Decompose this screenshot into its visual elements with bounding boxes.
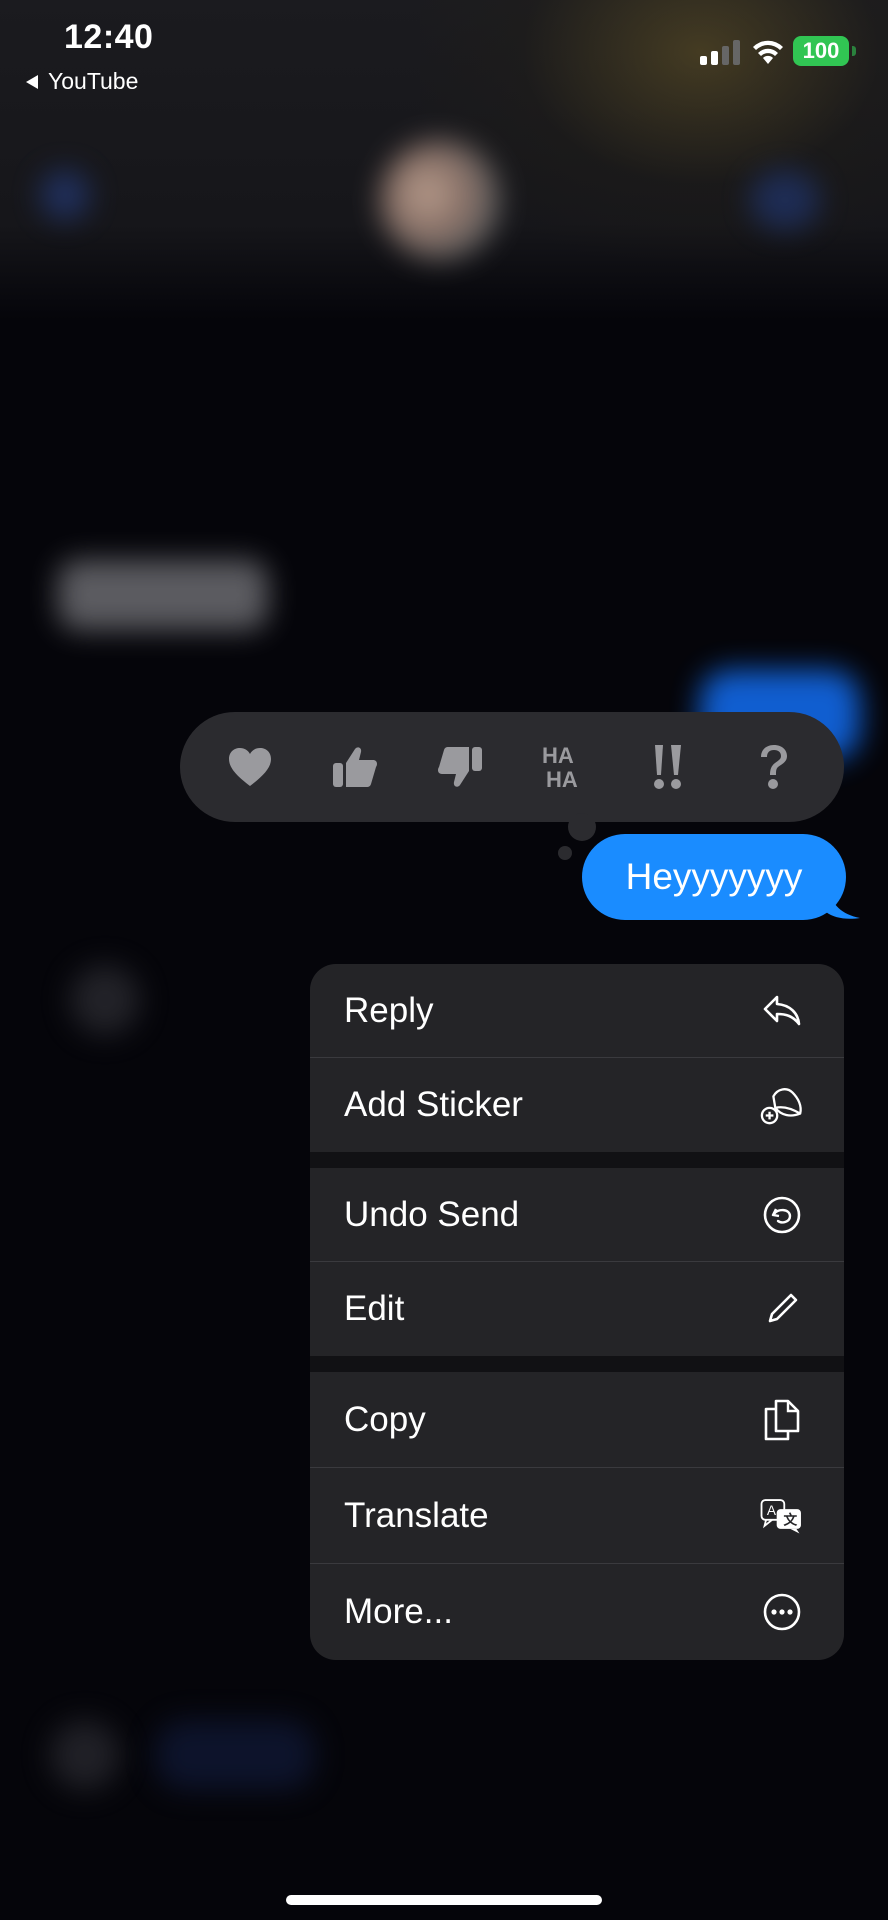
sent-message-bubble[interactable]: Heyyyyyyy [582, 834, 846, 920]
add-sticker-icon [760, 1083, 804, 1127]
home-indicator[interactable] [286, 1895, 602, 1905]
menu-item-reply[interactable]: Reply [310, 964, 844, 1058]
message-context-menu: Reply Add Sticker Undo Send Edit Copy Tr… [310, 964, 844, 1660]
svg-text:A: A [767, 1503, 777, 1518]
blurred-received-message [58, 560, 268, 630]
haha-icon: HA HA [542, 743, 578, 792]
copy-icon [760, 1398, 804, 1442]
tapback-thumbs-down[interactable] [430, 737, 490, 797]
heart-icon [229, 748, 272, 786]
message-bubble-tail [826, 886, 860, 919]
tapback-bar: HA HA [180, 712, 844, 822]
translate-icon: A 文 [760, 1494, 804, 1538]
menu-item-copy[interactable]: Copy [310, 1372, 844, 1468]
wifi-icon [753, 40, 783, 64]
tapback-tail-bubble-small [558, 846, 572, 860]
cellular-signal-icon [700, 40, 740, 65]
back-triangle-icon [26, 74, 38, 89]
blurred-input-field [155, 1720, 315, 1790]
back-app-label: YouTube [48, 68, 139, 94]
svg-text:HA: HA [546, 767, 578, 792]
menu-group-1: Reply Add Sticker [310, 964, 844, 1152]
menu-group-3: Copy Translate A 文 More... [310, 1372, 844, 1660]
menu-item-label: More... [344, 1592, 453, 1631]
menu-group-2: Undo Send Edit [310, 1168, 844, 1356]
svg-text:文: 文 [784, 1511, 798, 1527]
thumbs-up-icon [332, 747, 377, 787]
menu-item-edit[interactable]: Edit [310, 1262, 844, 1356]
menu-item-label: Add Sticker [344, 1085, 523, 1124]
battery-indicator: 100 [793, 36, 849, 66]
tapback-question[interactable] [744, 737, 804, 797]
menu-item-label: Undo Send [344, 1194, 520, 1234]
more-icon [760, 1590, 804, 1634]
menu-item-label: Reply [344, 990, 434, 1030]
blurred-avatar [70, 965, 140, 1035]
battery-nub [852, 46, 856, 56]
menu-item-translate[interactable]: Translate A 文 [310, 1468, 844, 1564]
tapback-thumbs-up[interactable] [325, 737, 385, 797]
exclamation-icon [653, 745, 681, 789]
pencil-icon [760, 1287, 804, 1331]
menu-item-more[interactable]: More... [310, 1564, 844, 1660]
svg-text:HA: HA [542, 743, 574, 768]
blurred-back-button [40, 170, 90, 220]
menu-group-separator [310, 1152, 844, 1168]
blurred-plus-button [50, 1720, 120, 1790]
thumbs-down-icon [437, 747, 482, 787]
blurred-contact-avatar [380, 140, 500, 260]
tapback-tail-bubble-large [568, 813, 596, 841]
menu-item-label: Translate [344, 1495, 489, 1535]
menu-item-label: Edit [344, 1289, 405, 1328]
back-to-app[interactable]: YouTube [26, 68, 138, 95]
menu-group-separator [310, 1356, 844, 1372]
tapback-haha[interactable]: HA HA [534, 737, 594, 797]
status-time: 12:40 [64, 18, 154, 56]
menu-item-label: Copy [344, 1399, 426, 1439]
reply-icon [760, 989, 804, 1033]
undo-send-icon [760, 1193, 804, 1237]
menu-item-add-sticker[interactable]: Add Sticker [310, 1058, 844, 1152]
blurred-video-button [750, 170, 820, 230]
question-icon [760, 745, 787, 789]
menu-item-undo-send[interactable]: Undo Send [310, 1168, 844, 1262]
tapback-exclamation[interactable] [639, 737, 699, 797]
tapback-heart[interactable] [220, 737, 280, 797]
